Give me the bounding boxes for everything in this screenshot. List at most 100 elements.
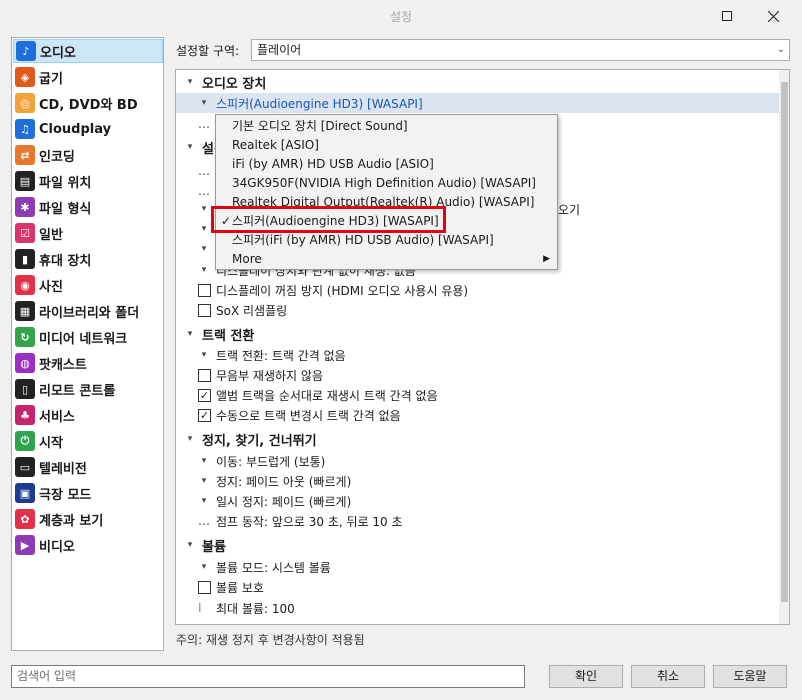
checkbox-row[interactable]: 디스플레이 꺼짐 방지 (HDMI 오디오 사용시 유용) bbox=[176, 280, 779, 300]
section-header[interactable]: ▾ 정지, 찾기, 건너뛰기 bbox=[176, 429, 779, 449]
expand-arrow-icon[interactable]: ▾ bbox=[184, 434, 196, 444]
sidebar-item[interactable]: ◈ 굽기 bbox=[13, 65, 163, 89]
sidebar-item[interactable]: ✿ 계층과 보기 bbox=[13, 507, 163, 531]
row-label: SoX 리샘플링 bbox=[216, 303, 288, 318]
window-title: 설정 bbox=[389, 10, 413, 24]
sidebar-item-label: 계층과 보기 bbox=[39, 513, 104, 529]
expand-arrow-icon[interactable]: ▾ bbox=[198, 98, 210, 108]
option-row[interactable]: ▾ 정지: 페이드 아웃 (빠르게) bbox=[176, 471, 779, 491]
sidebar-item[interactable]: ↻ 미디어 네트워크 bbox=[13, 325, 163, 349]
expand-arrow-icon[interactable]: ▾ bbox=[198, 350, 210, 360]
option-row[interactable]: ▾ 이동: 부드럽게 (보통) bbox=[176, 451, 779, 471]
row-label: 무음부 재생하지 않음 bbox=[216, 368, 323, 383]
sidebar-item[interactable]: ◍ 팟캐스트 bbox=[13, 351, 163, 375]
sidebar-item[interactable]: ⏻ 시작 bbox=[13, 429, 163, 453]
checkbox[interactable] bbox=[198, 580, 211, 594]
cancel-button[interactable]: 취소 bbox=[631, 665, 705, 688]
sidebar-item[interactable]: ▦ 라이브러리와 폴더 bbox=[13, 299, 163, 323]
power-icon: ⏻ bbox=[15, 431, 35, 451]
checkbox[interactable]: ✓ bbox=[198, 408, 211, 422]
checkbox[interactable] bbox=[198, 303, 211, 317]
apply-note: 주의: 재생 정지 후 변경사항이 적용됨 bbox=[176, 633, 365, 647]
sidebar-item[interactable]: ♣ 서비스 bbox=[13, 403, 163, 427]
section-header[interactable]: ▾ 오디오 장치 bbox=[176, 72, 779, 92]
expand-arrow-icon[interactable]: ▾ bbox=[198, 562, 210, 572]
audio-device-item[interactable]: 기본 오디오 장치 [Direct Sound] bbox=[217, 117, 556, 136]
sidebar-item-label: 리모트 콘트롤 bbox=[39, 383, 116, 399]
sidebar-item[interactable]: ☑ 일반 bbox=[13, 221, 163, 245]
checkbox-row[interactable]: ✓ 앨범 트랙을 순서대로 재생시 트랙 간격 없음 bbox=[176, 385, 779, 405]
expand-arrow-icon[interactable]: ▾ bbox=[198, 476, 210, 486]
expand-arrow-icon[interactable]: ▾ bbox=[198, 204, 210, 214]
checkbox[interactable]: ✓ bbox=[198, 388, 211, 402]
expand-arrow-icon[interactable]: ▾ bbox=[184, 142, 196, 152]
audio-device-item[interactable]: Realtek [ASIO] bbox=[217, 136, 556, 155]
puzzle-icon: ✱ bbox=[15, 197, 35, 217]
sidebar-item[interactable]: ♪ 오디오 bbox=[13, 39, 163, 63]
section-header[interactable]: ▾ 볼륨 bbox=[176, 535, 779, 555]
expand-arrow-icon[interactable]: ▾ bbox=[198, 496, 210, 506]
burn-flame-icon: ◈ bbox=[15, 67, 35, 87]
selection-highlight-box bbox=[211, 206, 446, 233]
maximize-button[interactable] bbox=[704, 0, 750, 32]
expand-arrow-icon[interactable]: ▾ bbox=[198, 244, 210, 254]
expand-arrow-icon[interactable]: ▾ bbox=[184, 329, 196, 339]
sidebar-item-label: 인코딩 bbox=[39, 149, 75, 165]
menu-item-label: Realtek [ASIO] bbox=[232, 138, 319, 152]
sidebar-item[interactable]: ⇄ 인코딩 bbox=[13, 143, 163, 167]
checkbox[interactable] bbox=[198, 283, 211, 297]
expand-arrow-icon[interactable]: ▾ bbox=[184, 77, 196, 87]
checkbox[interactable] bbox=[198, 368, 211, 382]
sidebar-item-label: 일반 bbox=[39, 227, 63, 243]
sidebar-item[interactable]: ▣ 극장 모드 bbox=[13, 481, 163, 505]
sidebar-item[interactable]: ▤ 파일 위치 bbox=[13, 169, 163, 193]
sidebar-item-label: 오디오 bbox=[40, 45, 76, 61]
ok-button[interactable]: 확인 bbox=[549, 665, 623, 688]
region-select-value: 플레이어 bbox=[257, 43, 302, 57]
sidebar-item[interactable]: ✱ 파일 형식 bbox=[13, 195, 163, 219]
audio-device-item[interactable]: 스피커(iFi (by AMR) HD USB Audio) [WASAPI] bbox=[217, 231, 556, 250]
audio-device-item[interactable]: 34GK950F(NVIDIA High Definition Audio) [… bbox=[217, 174, 556, 193]
option-row[interactable]: ▾ 일시 정지: 페이드 (빠르게) bbox=[176, 491, 779, 511]
sidebar-item[interactable]: ▶ 비디오 bbox=[13, 533, 163, 557]
menu-item-label: 34GK950F(NVIDIA High Definition Audio) [… bbox=[232, 176, 536, 190]
chevron-down-icon: ⌄ bbox=[776, 44, 785, 55]
option-row[interactable]: I 최대 볼륨: 100 bbox=[176, 598, 779, 618]
tv-icon: ▭ bbox=[15, 457, 35, 477]
audio-device-item[interactable]: iFi (by AMR) HD USB Audio [ASIO] bbox=[217, 155, 556, 174]
scrollbar-thumb[interactable] bbox=[781, 82, 788, 602]
sidebar-item[interactable]: ◉ 사진 bbox=[13, 273, 163, 297]
close-button[interactable] bbox=[750, 0, 796, 32]
search-input[interactable]: 검색어 입력 bbox=[11, 665, 525, 688]
text-cursor-icon: I bbox=[198, 601, 202, 615]
checkbox-row[interactable]: ✓ 수동으로 트랙 변경시 트랙 간격 없음 bbox=[176, 405, 779, 425]
checkbox-row[interactable]: 무음부 재생하지 않음 bbox=[176, 365, 779, 385]
expand-arrow-icon[interactable]: ▾ bbox=[198, 224, 210, 234]
option-row[interactable]: ▾ 스피커(Audioengine HD3) [WASAPI] bbox=[176, 93, 779, 113]
row-label: 일시 정지: 페이드 (빠르게) bbox=[216, 494, 352, 509]
region-label: 설정할 구역: bbox=[176, 44, 240, 58]
row-label: 앨범 트랙을 순서대로 재생시 트랙 간격 없음 bbox=[216, 388, 438, 403]
sidebar-item[interactable]: ▮ 휴대 장치 bbox=[13, 247, 163, 271]
checkbox-row[interactable]: SoX 리샘플링 bbox=[176, 300, 779, 320]
help-button[interactable]: 도움말 bbox=[713, 665, 787, 688]
checkbox-row[interactable]: 볼륨 보호 bbox=[176, 577, 779, 597]
option-row[interactable]: … 점프 동작: 앞으로 30 초, 뒤로 10 초 bbox=[176, 511, 779, 531]
expand-arrow-icon[interactable]: ▾ bbox=[198, 456, 210, 466]
tree-scrollbar[interactable] bbox=[779, 70, 789, 624]
sidebar-item[interactable]: ♫ Cloudplay bbox=[13, 117, 163, 141]
more-devices-item[interactable]: More ▶ bbox=[217, 250, 556, 269]
region-select[interactable]: 플레이어 ⌄ bbox=[251, 39, 790, 61]
encode-arrows-icon: ⇄ bbox=[15, 145, 35, 165]
expand-arrow-icon[interactable]: ▾ bbox=[184, 540, 196, 550]
sidebar-item-label: Cloudplay bbox=[39, 121, 112, 137]
section-header[interactable]: ▾ 트랙 전환 bbox=[176, 324, 779, 344]
sidebar-item[interactable]: ▭ 텔레비전 bbox=[13, 455, 163, 479]
sidebar-item[interactable]: ▯ 리모트 콘트롤 bbox=[13, 377, 163, 401]
expand-arrow-icon[interactable]: ▾ bbox=[198, 265, 210, 275]
sidebar-item-label: 휴대 장치 bbox=[39, 253, 92, 269]
option-row[interactable]: ▾ 트랙 전환: 트랙 간격 없음 bbox=[176, 345, 779, 365]
row-label: 정지, 찾기, 건너뛰기 bbox=[202, 433, 317, 449]
sidebar-item[interactable]: ◎ CD, DVD와 BD bbox=[13, 91, 163, 115]
option-row[interactable]: ▾ 볼륨 모드: 시스템 볼륨 bbox=[176, 557, 779, 577]
